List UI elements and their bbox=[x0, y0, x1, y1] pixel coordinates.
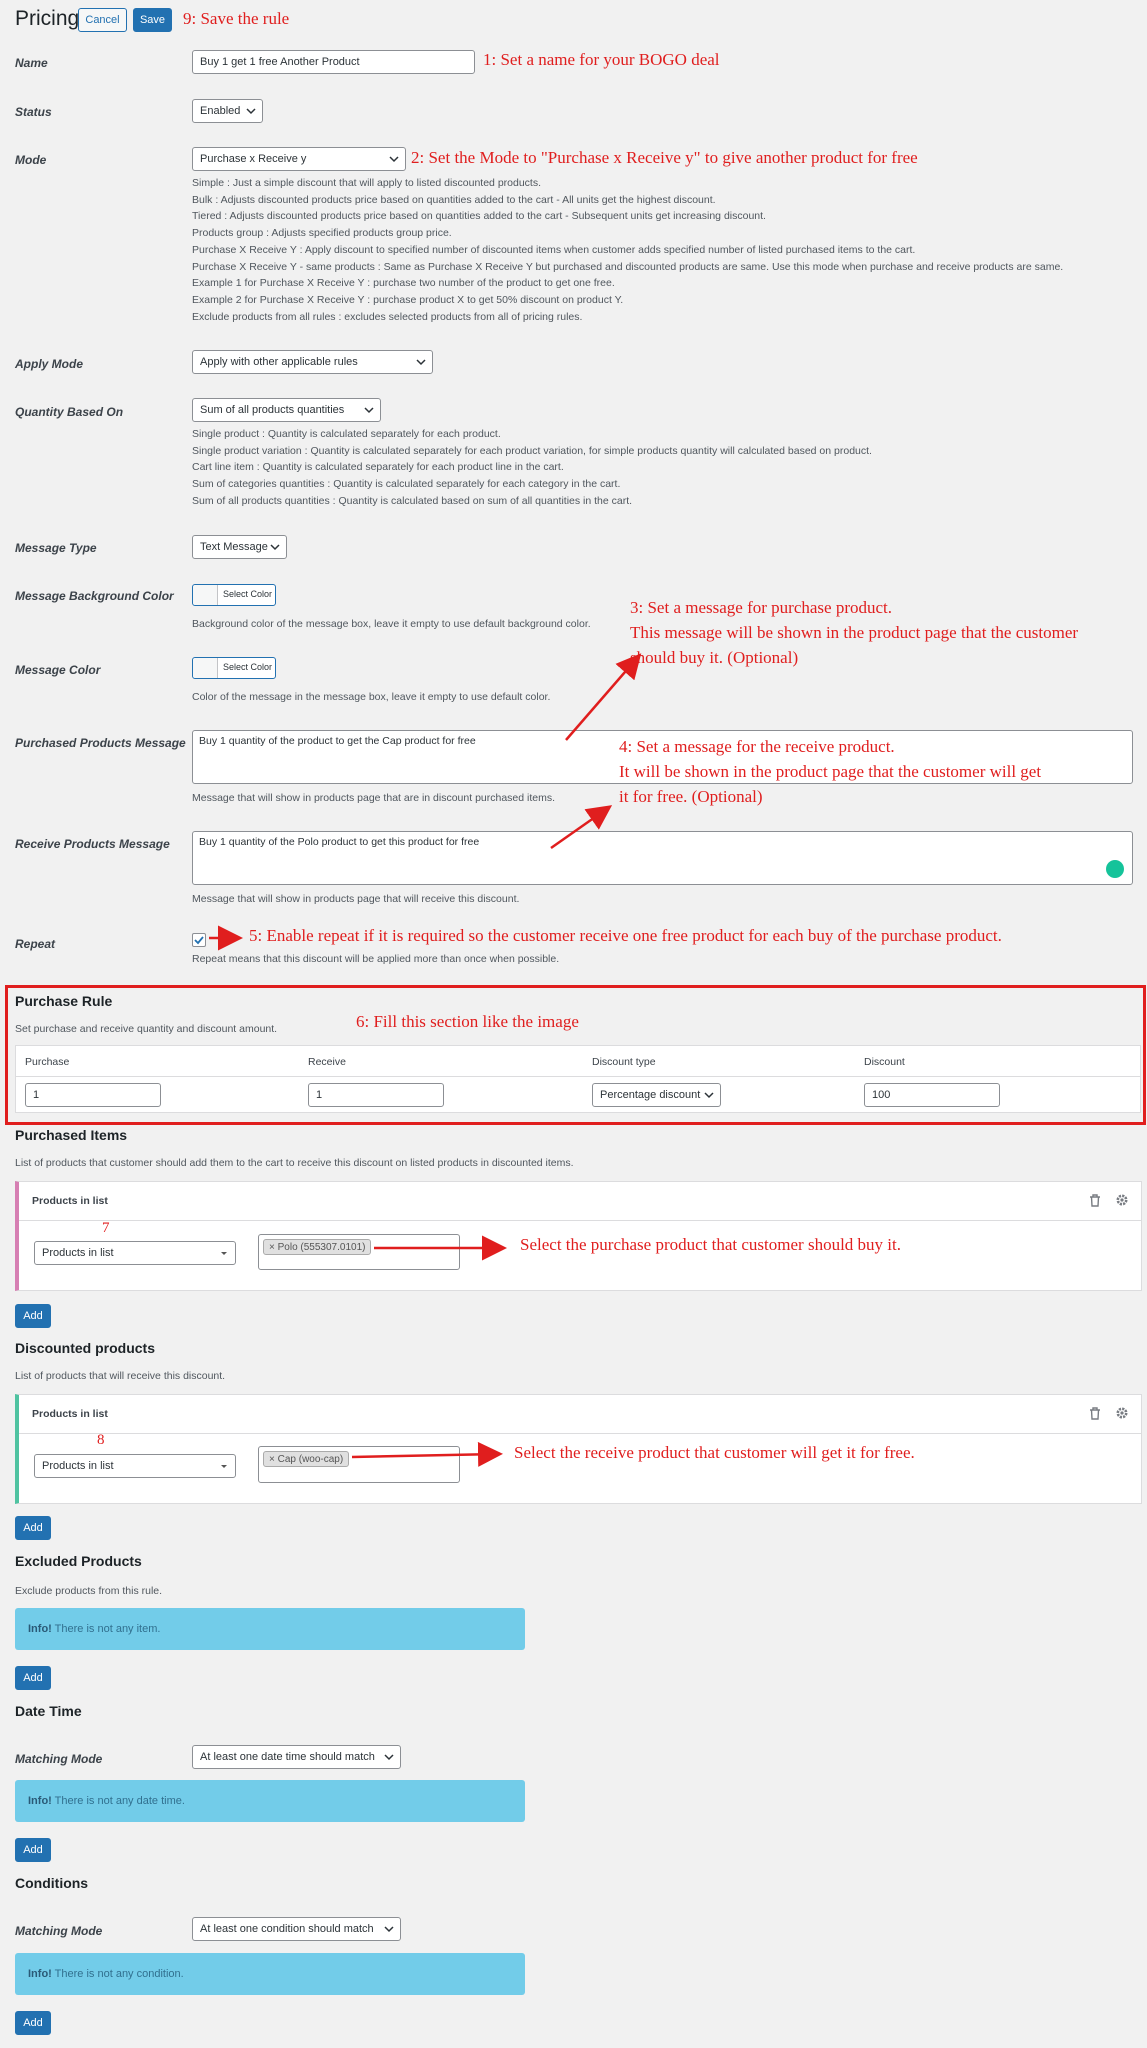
discount-type-select[interactable]: Percentage discount bbox=[592, 1083, 721, 1107]
chevron-down-icon bbox=[384, 1926, 394, 1933]
repeat-help: Repeat means that this discount will be … bbox=[192, 953, 560, 965]
date-time-title: Date Time bbox=[15, 1703, 82, 1719]
check-icon bbox=[194, 936, 204, 945]
discounted-add-button[interactable]: Add bbox=[15, 1516, 51, 1540]
arrow-note-3 bbox=[565, 653, 642, 741]
arrow-note-8 bbox=[351, 1441, 503, 1467]
note-purchase-rule: 6: Fill this section like the image bbox=[356, 1012, 579, 1031]
date-add-button[interactable]: Add bbox=[15, 1838, 51, 1862]
conditions-matching-label: Matching Mode bbox=[15, 1924, 103, 1938]
repeat-checkbox[interactable] bbox=[192, 933, 206, 947]
header-purchase: Purchase bbox=[25, 1056, 70, 1068]
receive-quantity-input[interactable]: 1 bbox=[308, 1083, 444, 1107]
purchase-rule-desc: Set purchase and receive quantity and di… bbox=[15, 1023, 278, 1035]
discount-type-value: Percentage discount bbox=[600, 1089, 701, 1101]
excluded-info-box: Info! There is not any item. bbox=[15, 1608, 525, 1650]
date-matching-select[interactable]: At least one date time should match bbox=[192, 1745, 401, 1769]
purchased-items-title: Purchased Items bbox=[15, 1127, 128, 1143]
purchase-rule-title: Purchase Rule bbox=[15, 993, 113, 1009]
info-strong: Info! bbox=[28, 1795, 52, 1807]
conditions-add-button[interactable]: Add bbox=[15, 2011, 51, 2035]
date-info-box: Info! There is not any date time. bbox=[15, 1780, 525, 1822]
info-text: There is not any date time. bbox=[51, 1795, 185, 1807]
info-text: There is not any condition. bbox=[51, 1968, 184, 1980]
repeat-label: Repeat bbox=[15, 937, 56, 951]
conditions-matching-select[interactable]: At least one condition should match bbox=[192, 1917, 401, 1941]
discount-amount-input[interactable]: 100 bbox=[864, 1083, 1000, 1107]
date-matching-label: Matching Mode bbox=[15, 1752, 103, 1766]
date-matching-value: At least one date time should match bbox=[200, 1751, 375, 1763]
purchase-quantity-input[interactable]: 1 bbox=[25, 1083, 161, 1107]
purchased-items-desc: List of products that customer should ad… bbox=[15, 1157, 574, 1169]
header-receive: Receive bbox=[308, 1056, 346, 1068]
table-header-row: Purchase Receive Discount type Discount bbox=[16, 1046, 1140, 1077]
info-strong: Info! bbox=[28, 1968, 52, 1980]
conditions-matching-value: At least one condition should match bbox=[200, 1923, 374, 1935]
annotation-arrows-products bbox=[351, 1235, 507, 1467]
header-discount: Discount bbox=[864, 1056, 905, 1068]
header-discount-type: Discount type bbox=[592, 1056, 656, 1068]
note-repeat: 5: Enable repeat if it is required so th… bbox=[249, 926, 1002, 945]
conditions-title: Conditions bbox=[15, 1875, 89, 1891]
excluded-add-button[interactable]: Add bbox=[15, 1666, 51, 1690]
arrow-note-4 bbox=[550, 805, 613, 850]
excluded-title: Excluded Products bbox=[15, 1553, 142, 1569]
conditions-info-box: Info! There is not any condition. bbox=[15, 1953, 525, 1995]
info-text: There is not any item. bbox=[51, 1623, 161, 1635]
chevron-down-icon bbox=[704, 1092, 714, 1099]
info-strong: Info! bbox=[28, 1623, 52, 1635]
chevron-down-icon bbox=[384, 1754, 394, 1761]
annotation-arrows bbox=[209, 653, 642, 951]
purchase-rule-table: Purchase Receive Discount type Discount … bbox=[15, 1045, 1141, 1113]
excluded-desc: Exclude products from this rule. bbox=[15, 1585, 163, 1597]
